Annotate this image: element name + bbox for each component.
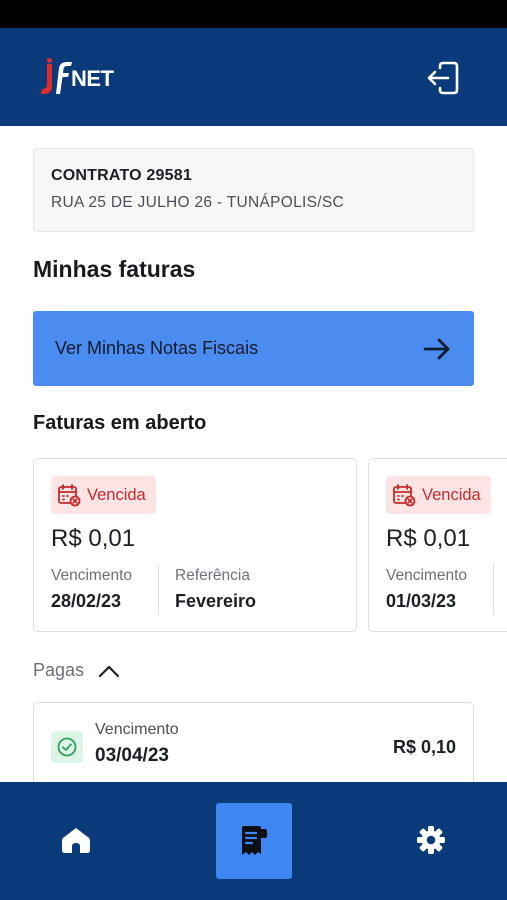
due-date-column: Vencimento 28/02/23 <box>51 567 132 612</box>
status-badge-label: Vencida <box>87 485 146 504</box>
pagas-section-toggle[interactable]: Pagas <box>33 660 120 681</box>
due-date-value: 28/02/23 <box>51 591 122 611</box>
paid-amount: R$ 0,10 <box>392 737 456 757</box>
ver-notas-fiscais-label: Ver Minhas Notas Fiscais <box>55 338 259 358</box>
check-circle-icon <box>57 737 77 757</box>
reference-label: Referência <box>175 567 250 584</box>
column-divider <box>493 565 494 615</box>
calendar-overdue-icon <box>393 484 416 507</box>
open-invoice-card[interactable]: Vencida R$ 0,01 Vencimento 28/02/23 Refe… <box>33 458 357 632</box>
paid-invoice-card[interactable]: Vencimento 03/04/23 R$ 0,10 <box>33 702 474 782</box>
logout-icon[interactable] <box>424 60 460 96</box>
reference-value: Fevereiro <box>175 591 257 611</box>
arrow-right-icon <box>423 338 450 359</box>
receipt-icon <box>242 826 267 855</box>
paid-due-date: 03/04/23 <box>95 745 169 766</box>
status-badge-overdue: Vencida <box>386 476 491 514</box>
section-title-faturas-em-aberto: Faturas em aberto <box>33 412 207 434</box>
due-date-value: 01/03/23 <box>386 591 457 611</box>
open-invoice-card[interactable]: Vencida R$ 0,01 Vencimento 01/03/23 <box>368 458 507 632</box>
due-date-label: Vencimento <box>386 567 467 584</box>
contract-card: CONTRATO 29581 RUA 25 DE JULHO 26 - TUNÁ… <box>33 148 474 232</box>
bottom-navigation <box>0 782 507 900</box>
chevron-up-icon <box>98 665 120 677</box>
due-date-column: Vencimento 01/03/23 <box>386 567 467 612</box>
contract-address: RUA 25 DE JULHO 26 - TUNÁPOLIS/SC <box>51 194 345 211</box>
section-title-minhas-faturas: Minhas faturas <box>33 256 196 282</box>
nav-settings-button[interactable] <box>411 820 451 860</box>
app-header: NET <box>0 28 507 126</box>
nav-home-button[interactable] <box>56 820 96 860</box>
invoice-amount: R$ 0,01 <box>386 525 471 552</box>
main-content[interactable]: CONTRATO 29581 RUA 25 DE JULHO 26 - TUNÁ… <box>0 126 507 782</box>
column-divider <box>158 565 159 615</box>
svg-text:NET: NET <box>71 66 115 91</box>
paid-due-label: Vencimento <box>95 721 179 738</box>
contract-title: CONTRATO 29581 <box>51 167 192 184</box>
nav-faturas-button[interactable] <box>216 803 292 879</box>
calendar-overdue-icon <box>58 484 81 507</box>
reference-column: Referência Fevereiro <box>175 567 256 612</box>
home-icon <box>62 828 90 853</box>
invoice-amount: R$ 0,01 <box>51 525 136 552</box>
status-bar <box>0 0 507 28</box>
ver-notas-fiscais-button[interactable]: Ver Minhas Notas Fiscais <box>33 311 474 386</box>
due-date-label: Vencimento <box>51 567 132 584</box>
status-badge-overdue: Vencida <box>51 476 156 514</box>
jfnet-logo: NET <box>41 58 115 94</box>
status-badge-label: Vencida <box>422 485 481 504</box>
paid-status-badge <box>51 731 83 763</box>
gear-icon <box>417 826 445 854</box>
pagas-label: Pagas <box>33 660 85 680</box>
